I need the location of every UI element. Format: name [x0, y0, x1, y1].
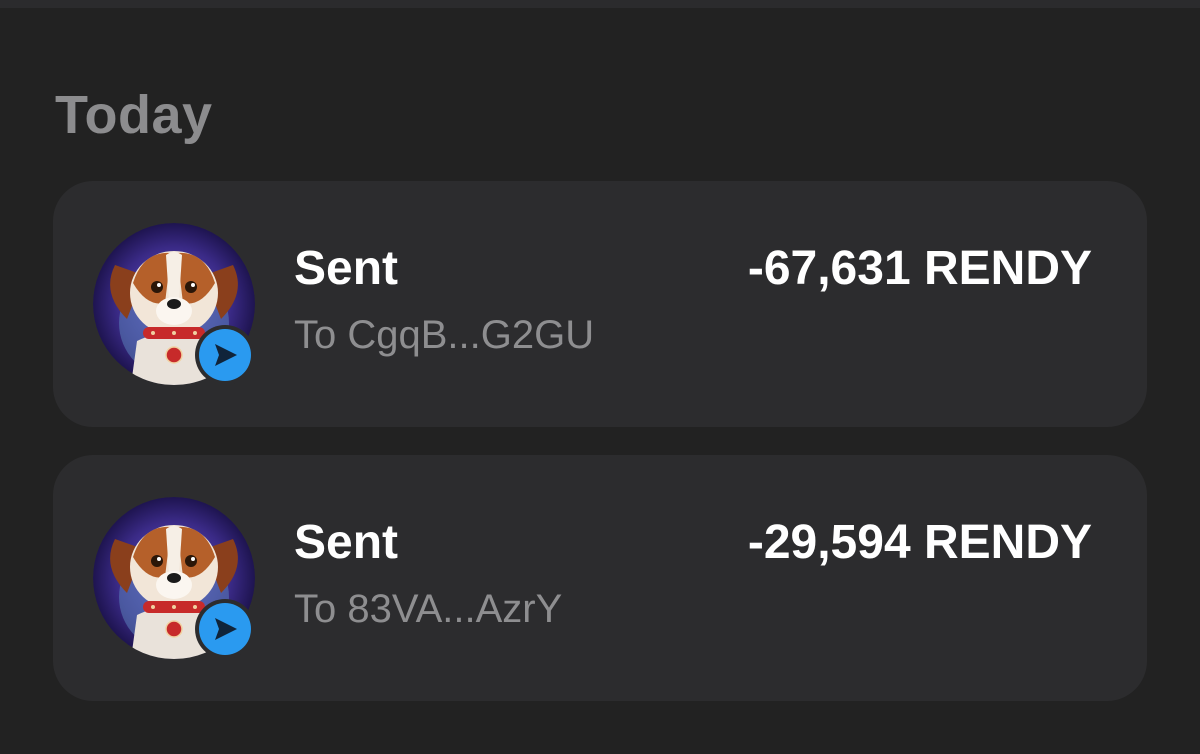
transaction-type: Sent	[294, 242, 399, 295]
transaction-type: Sent	[294, 516, 399, 569]
send-arrow-icon	[199, 603, 251, 655]
send-badge	[195, 325, 255, 385]
transaction-amount: -29,594 RENDY	[747, 516, 1092, 569]
send-badge	[195, 599, 255, 659]
transaction-row[interactable]: Sent To CgqB...G2GU -67,631 RENDY	[53, 181, 1147, 427]
top-strip	[0, 0, 1200, 8]
transaction-amount: -67,631 RENDY	[747, 242, 1092, 295]
transaction-destination: To 83VA...AzrY	[294, 587, 563, 631]
send-arrow-icon	[199, 329, 251, 381]
section-title-today: Today	[55, 85, 213, 145]
token-avatar	[93, 497, 255, 659]
transaction-row[interactable]: Sent To 83VA...AzrY -29,594 RENDY	[53, 455, 1147, 701]
token-avatar	[93, 223, 255, 385]
transaction-destination: To CgqB...G2GU	[294, 313, 595, 357]
